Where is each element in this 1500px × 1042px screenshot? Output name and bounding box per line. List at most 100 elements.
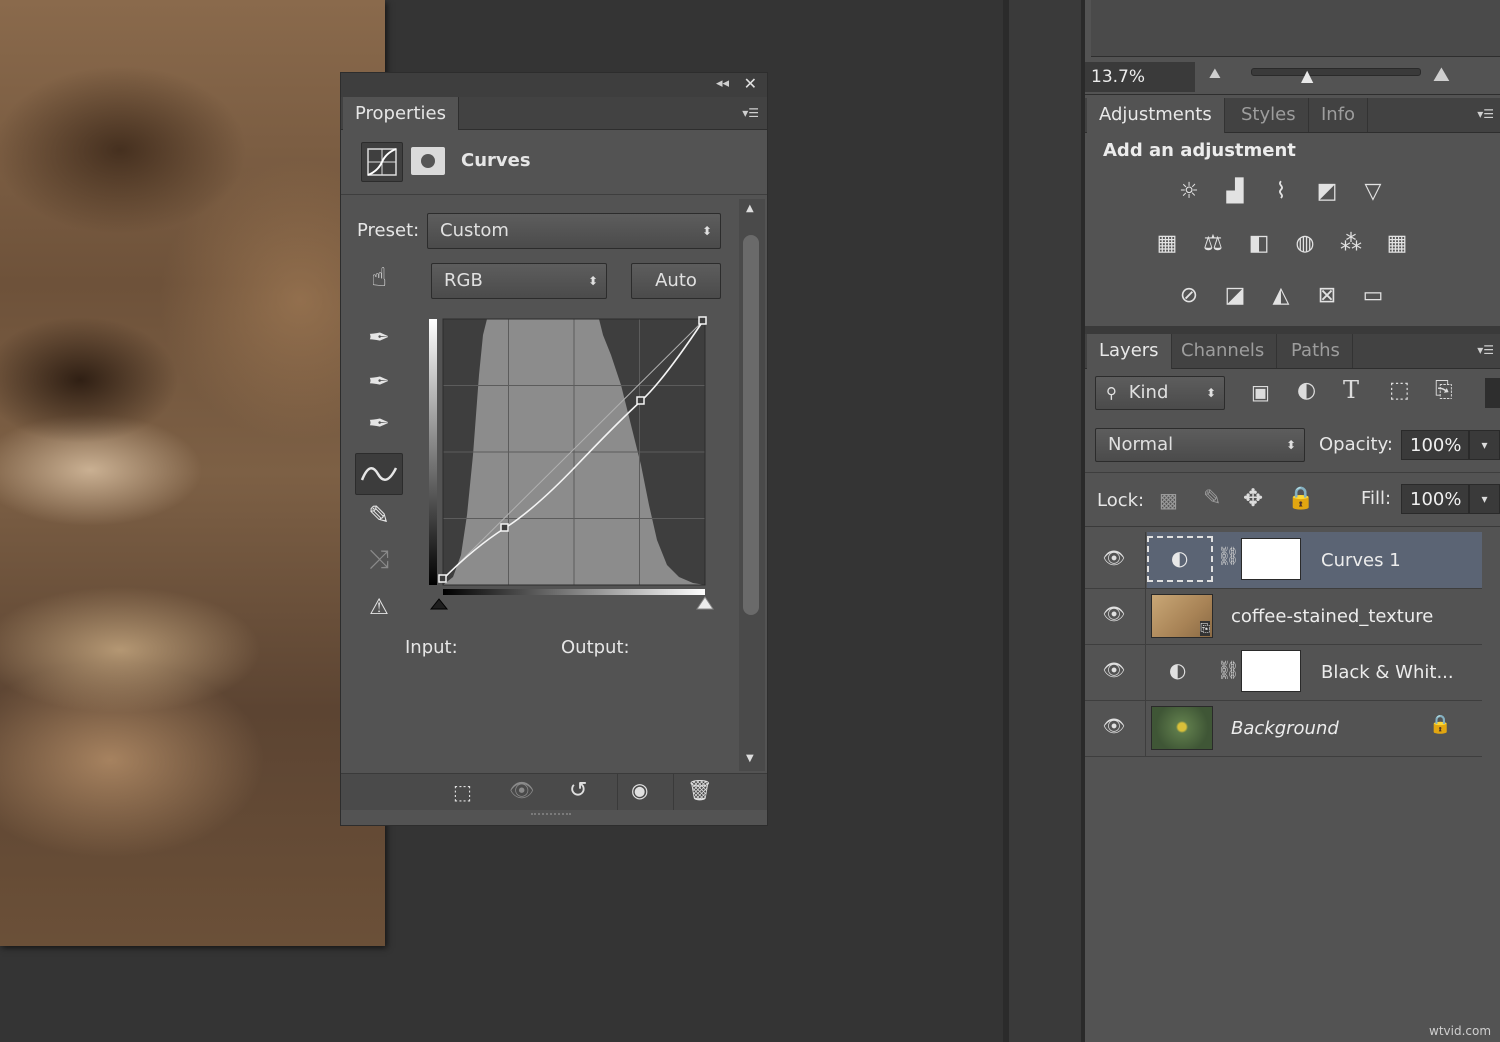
lock-position-icon[interactable]: ✥ bbox=[1243, 484, 1263, 512]
toggle-visibility-icon[interactable]: ◉ bbox=[631, 778, 648, 802]
scroll-down-icon[interactable]: ▼ bbox=[746, 753, 754, 764]
input-label: Input: bbox=[405, 637, 458, 658]
gray-point-eyedropper-icon[interactable]: ✒ bbox=[359, 367, 399, 397]
fill-dropdown-button[interactable]: ▾ bbox=[1469, 484, 1500, 514]
mask-link-icon[interactable]: ⛓ bbox=[1217, 660, 1240, 681]
exposure-icon[interactable]: ◩ bbox=[1311, 176, 1343, 208]
visibility-eye-icon[interactable]: 👁 bbox=[1101, 716, 1127, 738]
scroll-up-icon[interactable]: ▲ bbox=[746, 203, 754, 214]
preset-dropdown[interactable]: Custom ⬍ bbox=[427, 213, 721, 249]
filter-toggle-switch[interactable] bbox=[1485, 378, 1500, 408]
layers-list-top-separator bbox=[1085, 526, 1500, 527]
blend-mode-dropdown[interactable]: Normal ⬍ bbox=[1095, 428, 1305, 462]
layer-mask-icon[interactable] bbox=[411, 147, 445, 175]
panel-menu-icon[interactable]: ▾☰ bbox=[1477, 343, 1494, 357]
view-previous-state-icon[interactable]: 👁 bbox=[509, 778, 534, 802]
posterize-icon[interactable]: ◪ bbox=[1219, 280, 1251, 312]
layer-row-background[interactable]: 👁 Background 🔒 bbox=[1085, 700, 1482, 757]
layer-name[interactable]: Black & Whit... bbox=[1321, 662, 1454, 683]
invert-icon[interactable]: ⊘ bbox=[1173, 280, 1205, 312]
photo-filter-icon[interactable]: ◍ bbox=[1289, 228, 1321, 260]
tab-info[interactable]: Info bbox=[1309, 98, 1368, 132]
curves-adjustment-icon[interactable] bbox=[361, 142, 403, 182]
curve-points-tool-button[interactable] bbox=[355, 453, 403, 495]
visibility-eye-icon[interactable]: 👁 bbox=[1101, 548, 1127, 570]
vibrance-icon[interactable]: ▽ bbox=[1357, 176, 1389, 208]
pencil-draw-icon[interactable]: ✎ bbox=[359, 501, 399, 531]
opacity-input[interactable]: 100% bbox=[1401, 430, 1469, 460]
mask-link-icon[interactable]: ⛓ bbox=[1217, 546, 1240, 567]
clip-to-layer-icon[interactable]: ⬚ bbox=[453, 780, 472, 804]
visibility-eye-icon[interactable]: 👁 bbox=[1101, 660, 1127, 682]
filter-kind-dropdown[interactable]: ⚲ Kind ⬍ bbox=[1095, 376, 1225, 410]
scrollbar-track[interactable]: ▲ ▼ bbox=[739, 199, 765, 771]
layer-name[interactable]: Background bbox=[1231, 718, 1339, 739]
black-point-eyedropper-icon[interactable]: ✒ bbox=[359, 323, 399, 353]
reset-icon[interactable]: ↺ bbox=[569, 778, 587, 803]
selective-color-icon[interactable]: ⊠ bbox=[1311, 280, 1343, 312]
layer-mask-thumb[interactable] bbox=[1241, 538, 1301, 580]
color-balance-icon[interactable]: ⚖ bbox=[1197, 228, 1229, 260]
adjustment-layer-filter-icon[interactable]: ◐ bbox=[1297, 378, 1316, 403]
adjustment-thumb-selected[interactable]: ◐ bbox=[1147, 536, 1213, 582]
panel-menu-icon[interactable]: ▾☰ bbox=[742, 106, 759, 120]
clipping-warning-icon[interactable]: ⚠ bbox=[359, 595, 399, 620]
auto-button[interactable]: Auto bbox=[631, 263, 721, 299]
zoom-out-icon[interactable]: ⛰ bbox=[1209, 66, 1221, 82]
tab-paths[interactable]: Paths bbox=[1279, 334, 1353, 368]
zoom-slider-thumb[interactable]: ▲ bbox=[1301, 66, 1313, 85]
layer-name[interactable]: Curves 1 bbox=[1321, 550, 1401, 571]
layer-row-curves[interactable]: 👁 ◐ ⛓ Curves 1 bbox=[1085, 532, 1482, 589]
black-white-icon[interactable]: ◧ bbox=[1243, 228, 1275, 260]
lock-image-pixels-icon[interactable]: ✎ bbox=[1203, 486, 1221, 511]
fill-input[interactable]: 100% bbox=[1401, 484, 1469, 514]
channel-mixer-icon[interactable]: ⁂ bbox=[1335, 228, 1367, 260]
channel-value: RGB bbox=[444, 270, 483, 291]
scrollbar-thumb[interactable] bbox=[743, 235, 759, 615]
layer-name[interactable]: coffee-stained_texture bbox=[1231, 606, 1433, 627]
layer-row-texture[interactable]: 👁 ⎘ coffee-stained_texture bbox=[1085, 588, 1482, 645]
hue-saturation-icon[interactable]: ▦ bbox=[1151, 228, 1183, 260]
smart-object-filter-icon[interactable]: ⎘ bbox=[1435, 378, 1453, 403]
tab-adjustments[interactable]: Adjustments bbox=[1087, 98, 1225, 133]
close-icon[interactable]: ✕ bbox=[744, 74, 757, 93]
tab-channels[interactable]: Channels bbox=[1169, 334, 1277, 368]
visibility-eye-icon[interactable]: 👁 bbox=[1101, 604, 1127, 626]
filter-kind-label: Kind bbox=[1129, 382, 1169, 403]
tab-layers[interactable]: Layers bbox=[1087, 334, 1172, 369]
resize-grip[interactable] bbox=[531, 813, 571, 819]
lock-row-separator bbox=[1085, 472, 1500, 473]
panel-menu-icon[interactable]: ▾☰ bbox=[1477, 107, 1494, 121]
lock-all-icon[interactable]: 🔒 bbox=[1287, 486, 1314, 511]
white-point-eyedropper-icon[interactable]: ✒ bbox=[359, 409, 399, 439]
type-layer-filter-icon[interactable]: T bbox=[1343, 376, 1359, 404]
color-lookup-icon[interactable]: ▦ bbox=[1381, 228, 1413, 260]
pixel-layer-filter-icon[interactable]: ▣ bbox=[1251, 380, 1270, 404]
zoom-field[interactable]: 13.7% bbox=[1085, 62, 1195, 92]
background-thumb[interactable] bbox=[1151, 706, 1213, 750]
delete-icon[interactable]: 🗑 bbox=[687, 778, 712, 802]
threshold-icon[interactable]: ◭ bbox=[1265, 280, 1297, 312]
tab-styles[interactable]: Styles bbox=[1229, 98, 1309, 132]
lock-transparent-pixels-icon[interactable]: ▩ bbox=[1159, 488, 1178, 512]
zoom-slider[interactable] bbox=[1251, 68, 1421, 76]
curves-graph[interactable] bbox=[427, 315, 717, 615]
blend-mode-value: Normal bbox=[1108, 434, 1173, 455]
panel-titlebar[interactable]: ◂◂ ✕ bbox=[341, 73, 767, 97]
shape-layer-filter-icon[interactable]: ⬚ bbox=[1389, 378, 1410, 403]
tab-properties[interactable]: Properties bbox=[343, 97, 459, 130]
levels-icon[interactable]: ▟ bbox=[1219, 176, 1251, 208]
layer-mask-thumb[interactable] bbox=[1241, 650, 1301, 692]
collapse-icon[interactable]: ◂◂ bbox=[716, 76, 729, 91]
layer-row-black-white[interactable]: 👁 ◐ ⛓ Black & Whit... bbox=[1085, 644, 1482, 701]
channel-dropdown[interactable]: RGB ⬍ bbox=[431, 263, 607, 299]
brightness-contrast-icon[interactable]: ☼ bbox=[1173, 176, 1205, 208]
opacity-dropdown-button[interactable]: ▾ bbox=[1469, 430, 1500, 460]
document-canvas-image[interactable] bbox=[0, 0, 385, 946]
zoom-in-icon[interactable]: ⛰ bbox=[1433, 62, 1450, 86]
smooth-curve-icon[interactable]: ⤨ bbox=[359, 545, 399, 576]
on-image-adjust-icon[interactable]: ☝ bbox=[359, 263, 399, 293]
curves-icon[interactable]: ⌇ bbox=[1265, 176, 1297, 208]
texture-thumb[interactable]: ⎘ bbox=[1151, 594, 1213, 638]
gradient-map-icon[interactable]: ▭ bbox=[1357, 280, 1389, 312]
